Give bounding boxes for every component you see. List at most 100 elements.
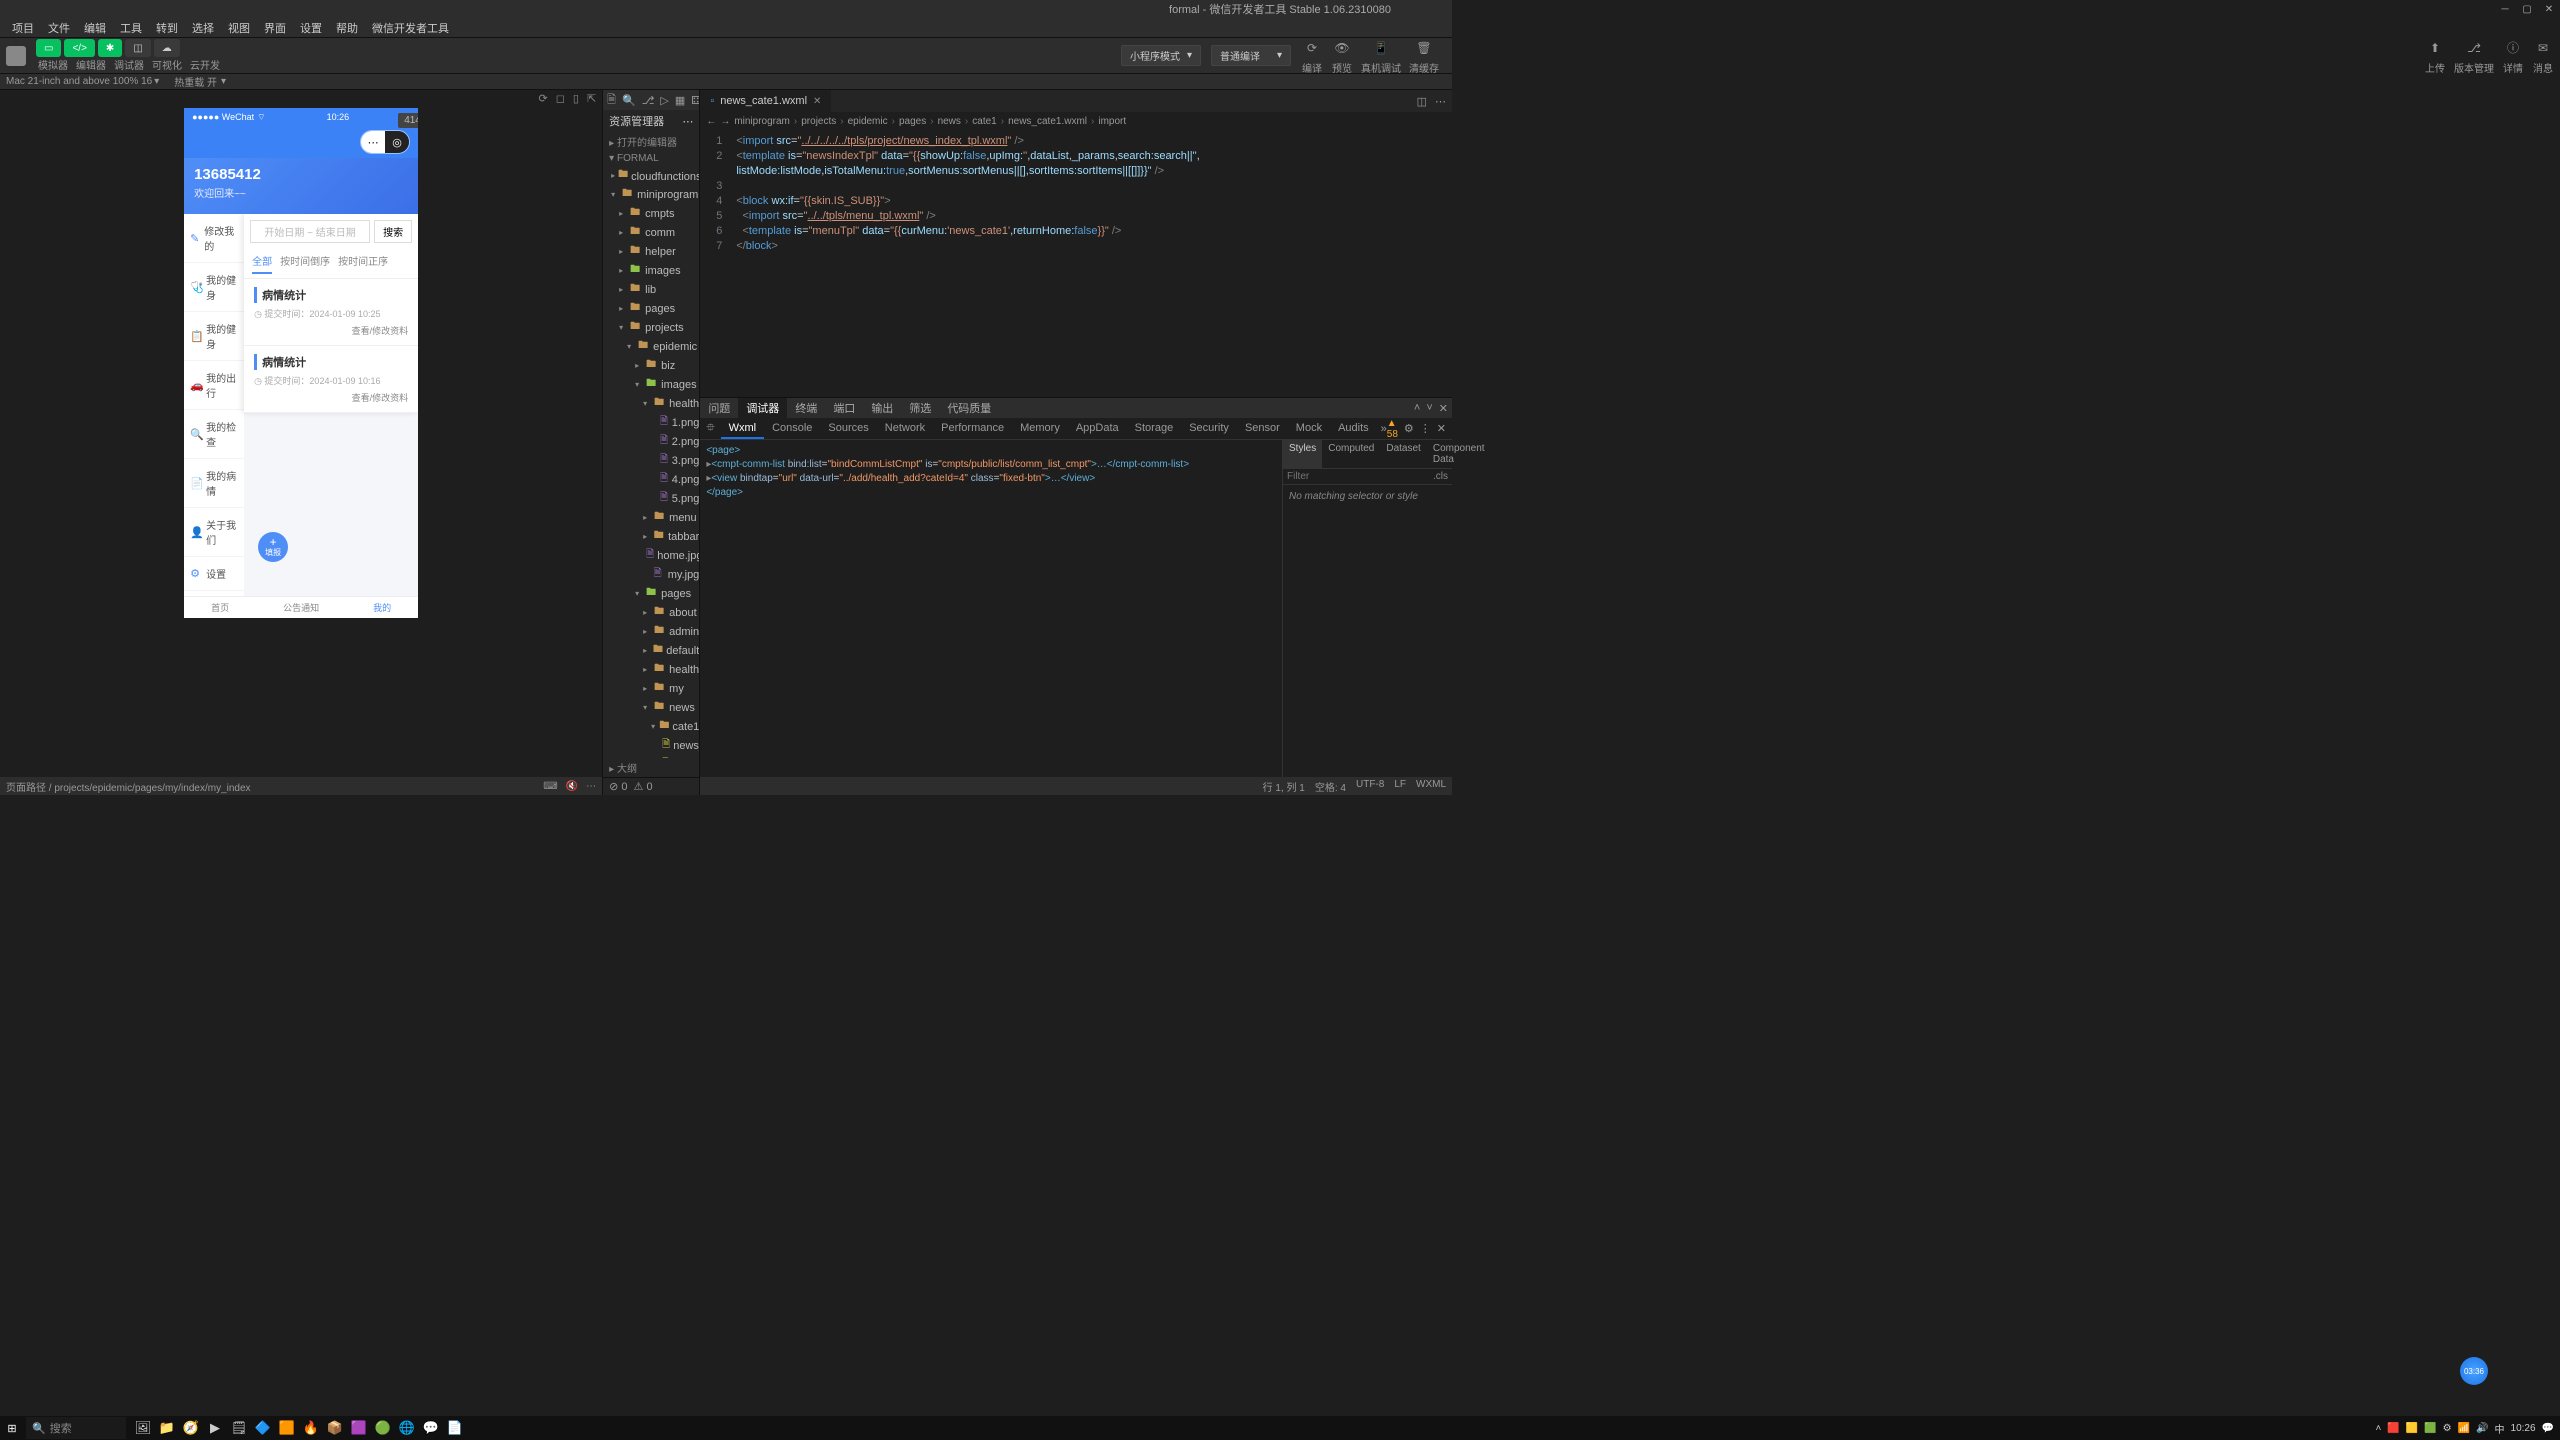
tree-item[interactable]: 🗎my.jpg [603,565,699,584]
forward-icon[interactable]: → [720,116,730,127]
tree-item[interactable]: ▸🖿cloudfunctions | 当前环境: ... [603,166,699,185]
devtools-panel-tab[interactable]: Network [877,419,933,439]
warning-count[interactable]: ⚠ 0 [634,780,653,793]
overlay-tab[interactable]: 按时间倒序 [280,253,330,274]
styles-tab[interactable]: Computed [1322,440,1380,468]
tree-item[interactable]: ▸🖿biz [603,356,699,375]
breadcrumb-segment[interactable]: epidemic [848,116,888,127]
menu-item[interactable]: 转到 [149,18,185,38]
app-icon[interactable]: 🌐 [396,1418,418,1438]
extensions-icon[interactable]: ▦ [675,94,685,107]
toolbar-action-消息[interactable]: ✉消息 [2532,37,2554,75]
app-icon[interactable]: 📦 [324,1418,346,1438]
tree-item[interactable]: ▸🖿about [603,603,699,622]
detach-icon[interactable]: ⇱ [587,92,596,105]
toolbar-tab-editor[interactable]: </> [64,39,94,57]
search-button[interactable]: 搜索 [374,220,412,243]
mode-select[interactable]: 小程序模式▾ [1121,45,1201,66]
back-icon[interactable]: ← [706,116,716,127]
tree-item[interactable]: ▾🖿pages [603,584,699,603]
tree-item[interactable]: 🗎home.jpg [603,546,699,565]
devtools-panel-tab[interactable]: Sensor [1237,419,1288,439]
more-icon[interactable]: ⋯ [586,781,596,792]
tree-item[interactable]: 🗎1.png [603,413,699,432]
styles-tab[interactable]: Styles [1283,440,1322,468]
menu-item[interactable]: 界面 [257,18,293,38]
open-editors-section[interactable]: ▸ 打开的编辑器 [603,132,699,151]
more-icon[interactable]: ⋯ [682,115,693,128]
tray-icon[interactable]: 🟥 [2387,1423,2399,1434]
tabbar-item[interactable]: 公告通知 [283,601,319,614]
tree-item[interactable]: ▸🖿menu [603,508,699,527]
branch-icon[interactable]: ⎇ [642,94,655,107]
volume-icon[interactable]: 🔇 [566,781,578,792]
fab-button[interactable]: + 填报 [258,532,288,562]
phone-menu-item[interactable]: ⚙设置 [184,557,244,591]
app-icon[interactable]: 📁 [156,1418,178,1438]
statusbar-item[interactable]: LF [1394,779,1406,794]
app-icon[interactable]: 🔥 [300,1418,322,1438]
phone-menu-item[interactable]: 🔍我的检查 [184,410,244,459]
app-icon[interactable]: 🖼 [132,1418,154,1438]
overlay-tab[interactable]: 按时间正序 [338,253,388,274]
app-icon[interactable]: 🟪 [348,1418,370,1438]
menu-item[interactable]: 文件 [41,18,77,38]
app-icon[interactable]: ▶ [204,1418,226,1438]
breadcrumb-segment[interactable]: news [938,116,961,127]
tree-item[interactable]: ▾🖿epidemic [603,337,699,356]
code-editor[interactable]: 1234567 <import src="../../../../../tpls… [700,130,1452,397]
device-info[interactable]: Mac 21-inch and above 100% 16 [6,76,152,87]
cls-toggle[interactable]: .cls [1433,471,1448,482]
compile-select[interactable]: 普通编译▾ [1211,45,1291,66]
more-icon[interactable]: ⋯ [1435,95,1446,108]
tree-item[interactable]: ▸🖿my [603,679,699,698]
app-icon[interactable]: 💬 [420,1418,442,1438]
stop-icon[interactable]: ◻ [556,92,565,105]
phone-menu-item[interactable]: ✎修改我的 [184,214,244,263]
devtools-top-tab[interactable]: 端口 [825,398,863,418]
devtools-panel-tab[interactable]: Audits [1330,419,1377,439]
editor-tab-active[interactable]: ▫ news_cate1.wxml ✕ [700,90,832,112]
tray-notification-icon[interactable]: 💬 [2542,1423,2554,1434]
menu-item[interactable]: 工具 [113,18,149,38]
code-lines[interactable]: <import src="../../../../../tpls/project… [730,130,1452,397]
devtools-top-tab[interactable]: 终端 [787,398,825,418]
tabbar-item[interactable]: 我的 [373,601,391,614]
devtools-top-tab[interactable]: 输出 [863,398,901,418]
hot-reload-toggle[interactable]: 热重载 开▾ [174,74,226,89]
more-icon[interactable]: ⋯ [361,131,385,153]
toolbar-tab-cloud[interactable]: ☁ [154,39,180,57]
outline-section[interactable]: ▸ 大纲 [603,758,699,777]
devtools-panel-tab[interactable]: AppData [1068,419,1127,439]
error-count[interactable]: ⊘ 0 [609,780,627,793]
filter-input[interactable] [1287,471,1433,482]
wxml-inspector[interactable]: <page> ▸<cmpt-comm-list bind:list="bindC… [700,440,1282,777]
toolbar-action-编译[interactable]: ⟳编译 [1301,37,1323,75]
float-timer[interactable]: 03:36 [2460,1357,2488,1385]
phone-menu-item[interactable]: 👤关于我们 [184,508,244,557]
date-start-input[interactable]: 开始日期 ~ 结束日期 [250,220,370,243]
close-icon[interactable]: ✕ [813,96,821,107]
devtools-top-tab[interactable]: 代码质量 [939,398,999,418]
tree-item[interactable]: ▸🖿comm [603,223,699,242]
gear-icon[interactable]: ⚙ [1404,422,1414,435]
refresh-icon[interactable]: ⟳ [539,92,548,105]
minimize-button[interactable]: ─ [2494,1,2516,17]
close-icon[interactable]: ✕ [1439,402,1448,415]
devtools-panel-tab[interactable]: Security [1181,419,1237,439]
tray-icon[interactable]: 🔊 [2476,1423,2488,1434]
tree-item[interactable]: ▸🖿cmpts [603,204,699,223]
toolbar-action-详情[interactable]: ⓘ详情 [2502,37,2524,75]
tree-item[interactable]: 🗎3.png [603,451,699,470]
list-item[interactable]: 病情统计◷ 提交时间：2024-01-09 10:16查看/修改资料 [244,346,418,413]
devtools-top-tab[interactable]: 问题 [700,398,738,418]
chevron-up-icon[interactable]: ˄ [1414,402,1420,415]
menu-item[interactable]: 帮助 [329,18,365,38]
app-icon[interactable]: 🧭 [180,1418,202,1438]
maximize-button[interactable]: ▢ [2516,1,2538,17]
tray-icon[interactable]: ⚙ [2443,1423,2452,1434]
phone-menu-item[interactable]: 🚗我的出行 [184,361,244,410]
tree-item[interactable]: ▸🖿pages [603,299,699,318]
tree-item[interactable]: 🗎news_cate1.js [603,736,699,755]
statusbar-item[interactable]: 空格: 4 [1315,779,1346,794]
